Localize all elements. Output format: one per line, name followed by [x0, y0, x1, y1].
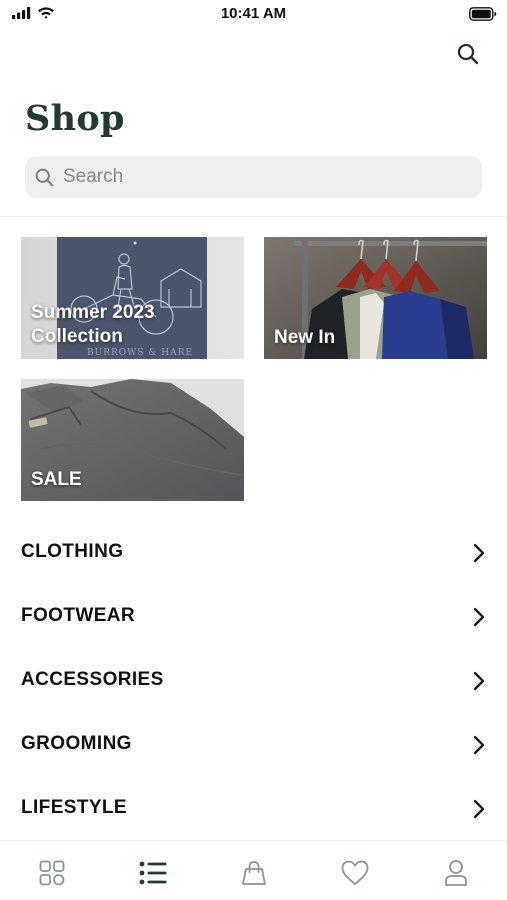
heart-icon: [341, 860, 369, 885]
battery-icon: [469, 7, 497, 21]
tile-summer-collection-label-line1: Summer 2023: [31, 302, 155, 323]
status-right-icons: [469, 7, 497, 26]
tile-summer-collection-label: Summer 2023 Collection: [31, 301, 155, 349]
tile-new-in[interactable]: New In: [264, 237, 487, 359]
search-bar[interactable]: [25, 156, 482, 198]
category-label: GROOMING: [21, 733, 132, 754]
category-row-clothing[interactable]: CLOTHING: [0, 520, 507, 584]
category-list: CLOTHING FOOTWEAR ACCESSORIES GROOMING L…: [0, 520, 507, 840]
tile-summer-collection[interactable]: BURROWS & HARE Summer 2023 Collection: [21, 237, 244, 359]
page-title: Shop: [25, 98, 125, 139]
search-icon: [457, 43, 479, 65]
tile-sale-label: SALE: [31, 469, 82, 490]
tab-browse[interactable]: [32, 853, 72, 893]
top-search-button[interactable]: [452, 38, 484, 70]
category-label: ACCESSORIES: [21, 669, 164, 690]
category-row-accessories[interactable]: ACCESSORIES: [0, 648, 507, 712]
tab-wishlist[interactable]: [335, 853, 375, 893]
status-bar: 10:41 AM: [0, 0, 507, 30]
profile-icon: [445, 860, 467, 886]
status-time: 10:41 AM: [220, 5, 287, 22]
category-row-footwear[interactable]: FOOTWEAR: [0, 584, 507, 648]
category-label: LIFESTYLE: [21, 797, 127, 818]
tab-bar: [0, 840, 507, 900]
tab-account[interactable]: [436, 853, 476, 893]
search-input[interactable]: [63, 166, 463, 188]
chevron-right-icon: [473, 671, 485, 691]
chevron-right-icon: [473, 607, 485, 627]
search-icon: [35, 168, 54, 186]
category-label: CLOTHING: [21, 541, 124, 562]
tile-new-in-label: New In: [274, 327, 336, 348]
grid-icon: [39, 860, 65, 886]
chevron-right-icon: [473, 799, 485, 819]
tab-bag[interactable]: [234, 853, 274, 893]
list-icon: [139, 861, 167, 885]
chevron-right-icon: [473, 735, 485, 755]
tile-sale[interactable]: SALE: [21, 379, 244, 501]
chevron-right-icon: [473, 543, 485, 563]
category-label: FOOTWEAR: [21, 605, 136, 626]
tile-summer-collection-label-line2: Collection: [31, 326, 123, 347]
shopping-bag-icon: [242, 861, 266, 885]
category-row-grooming[interactable]: GROOMING: [0, 712, 507, 776]
header-divider: [0, 216, 507, 217]
tab-shop[interactable]: [133, 853, 173, 893]
category-row-lifestyle[interactable]: LIFESTYLE: [0, 776, 507, 840]
